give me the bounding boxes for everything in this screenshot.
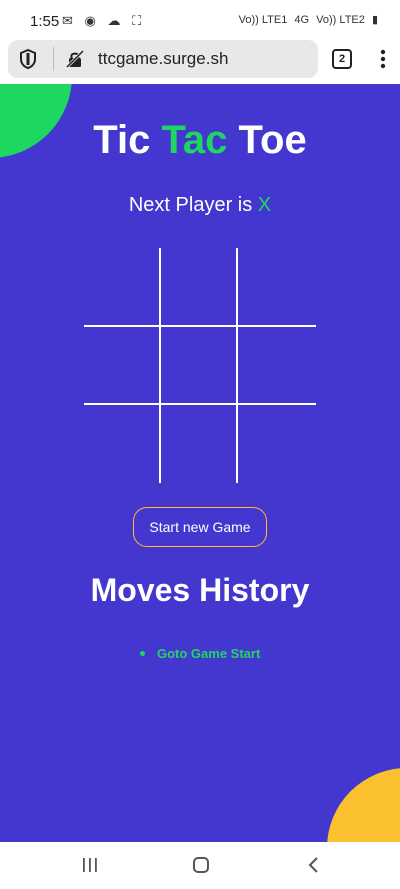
title-tac: Tac xyxy=(161,118,228,162)
board-cell-5[interactable] xyxy=(161,326,238,404)
decorative-yellow-circle xyxy=(327,768,400,842)
battery-icon: ▮ xyxy=(371,14,378,26)
network-type-indicator: 4G xyxy=(294,14,310,26)
volte-sim1-indicator: Vo)) LTE1 xyxy=(238,14,288,26)
moves-history-list: Goto Game Start xyxy=(140,646,260,661)
title-tic: Tic xyxy=(93,118,162,162)
moves-history-title: Moves History xyxy=(90,572,310,608)
back-icon[interactable] xyxy=(307,856,321,874)
status-indicators: Vo)) LTE1 4G Vo)) LTE2 ▮ xyxy=(235,13,378,26)
board-cell-8[interactable] xyxy=(161,404,238,482)
grid-line-horizontal-1 xyxy=(84,325,316,327)
board-cell-7[interactable] xyxy=(84,404,161,482)
system-nav-bar xyxy=(0,842,400,889)
notification-icons: ✉ ◉ ☁ ⛶ xyxy=(62,13,146,28)
history-item-label[interactable]: Goto Game Start xyxy=(157,646,260,661)
recents-icon[interactable] xyxy=(82,858,98,872)
status-time: 1:55 xyxy=(30,13,60,30)
shield-icon[interactable] xyxy=(20,49,36,69)
board-cell-9[interactable] xyxy=(238,404,315,482)
board-cell-2[interactable] xyxy=(161,248,238,326)
browser-toolbar: ttcgame.surge.sh 2 xyxy=(0,40,400,84)
bullet-icon xyxy=(140,651,145,656)
grid-line-vertical-2 xyxy=(236,248,238,483)
menu-icon[interactable] xyxy=(376,48,390,70)
url-divider xyxy=(53,47,54,71)
page-title: Tic Tac Toe xyxy=(0,118,400,163)
insecure-lock-icon[interactable] xyxy=(66,50,84,68)
url-text[interactable]: ttcgame.surge.sh xyxy=(98,49,228,69)
next-player-value: X xyxy=(257,194,272,216)
grid-line-horizontal-2 xyxy=(84,403,316,405)
next-player-label: Next Player is xyxy=(128,194,258,216)
grid-line-vertical-1 xyxy=(159,248,161,483)
home-icon[interactable] xyxy=(193,857,209,873)
start-new-game-button[interactable]: Start new Game xyxy=(133,507,267,547)
board-cell-3[interactable] xyxy=(238,248,315,326)
game-board xyxy=(84,248,316,483)
game-page: Tic Tac Toe Next Player is X Start new G… xyxy=(0,84,400,842)
next-player-status: Next Player is X xyxy=(0,194,400,217)
address-bar[interactable]: ttcgame.surge.sh xyxy=(8,40,318,78)
tabs-button[interactable]: 2 xyxy=(332,49,352,69)
board-cell-6[interactable] xyxy=(238,326,315,404)
title-toe: Toe xyxy=(227,118,307,162)
board-cell-4[interactable] xyxy=(84,326,161,404)
status-bar: 1:55 ✉ ◉ ☁ ⛶ Vo)) LTE1 4G Vo)) LTE2 ▮ xyxy=(0,0,400,40)
board-cell-1[interactable] xyxy=(84,248,161,326)
volte-sim2-indicator: Vo)) LTE2 xyxy=(316,14,365,26)
history-item-goto-start[interactable]: Goto Game Start xyxy=(140,646,260,661)
